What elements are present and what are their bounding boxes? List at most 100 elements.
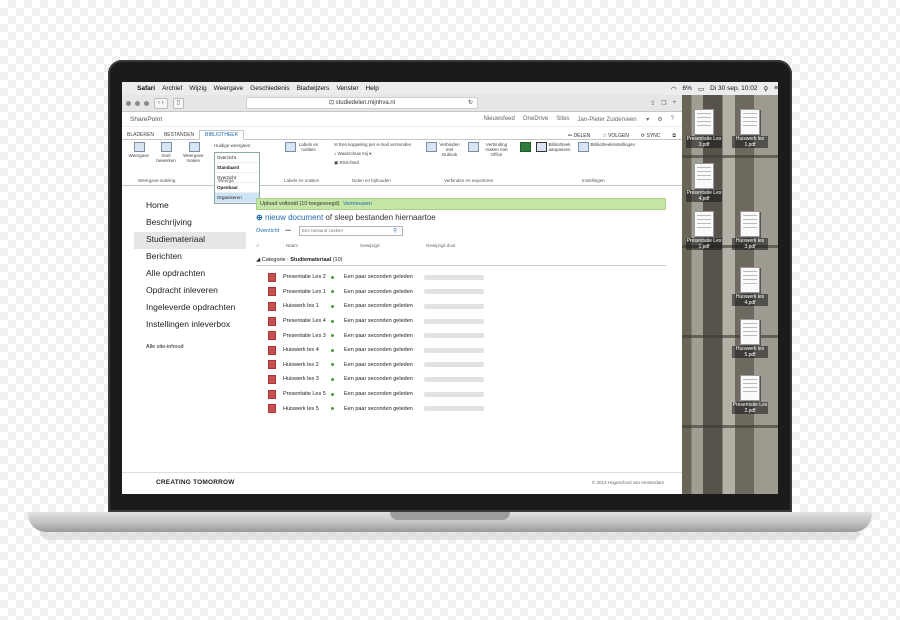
table-row[interactable]: Huiswerk les 2 Een paar seconden geleden [256, 358, 666, 373]
follow-button[interactable]: ☆ VOLGEN [602, 133, 635, 139]
column-modified[interactable]: Gewijzigd [360, 241, 426, 251]
new-tab-icon[interactable]: + [672, 100, 676, 107]
file-name[interactable]: Huiswerk les 3 [283, 376, 331, 382]
menu-bladwijzers[interactable]: Bladwijzers [297, 85, 330, 92]
bibliotheekinstellingen-button[interactable]: Bibliotheekinstellingen [576, 142, 635, 153]
menu-app-name[interactable]: Safari [137, 85, 155, 92]
spotlight-icon[interactable]: ⚲ [763, 85, 768, 93]
new-document-link[interactable]: nieuw document [265, 213, 323, 222]
sharepoint-title[interactable]: SharePoint [130, 116, 162, 123]
select-all-checkbox[interactable]: ✓ [256, 241, 268, 251]
more-views-button[interactable]: ••• [285, 228, 291, 234]
bibliotheek-aanpassen-button[interactable]: Bibliotheek aanpassen [534, 142, 573, 153]
table-row[interactable]: Huiswerk les 5 Een paar seconden geleden [256, 401, 666, 416]
reload-icon[interactable]: ↻ [468, 98, 473, 108]
view-selector[interactable]: Overzicht [256, 228, 279, 234]
zoom-window-button[interactable] [144, 100, 149, 106]
nav-item-instellingen-inleverbox[interactable]: Instellingen inleverbox [134, 317, 246, 334]
search-input[interactable]: Een bestand zoeken [299, 226, 404, 236]
column-modified-by[interactable]: Gewijzigd door [426, 241, 456, 251]
menu-list-icon[interactable]: ≡ [774, 85, 778, 92]
battery-icon[interactable]: ▭ [698, 85, 704, 93]
snel-bewerken-button[interactable]: Snel bewerken [153, 142, 180, 163]
nav-item-opdracht-inleveren[interactable]: Opdracht inleveren [134, 283, 246, 300]
weergave-maken-button[interactable]: Weergave maken [181, 142, 208, 163]
menu-venster[interactable]: Venster [336, 85, 358, 92]
desktop-file-item[interactable]: Huiswerk les 1.pdf [732, 109, 768, 148]
link-onedrive[interactable]: OneDrive [523, 116, 548, 123]
file-name[interactable]: Huiswerk les 5 [283, 406, 331, 412]
table-row[interactable]: Presentatie Les 2 Een paar seconden geled… [256, 270, 666, 285]
help-button[interactable]: ? [671, 116, 674, 123]
gear-icon[interactable]: ⚙ [657, 116, 662, 123]
menu-weergave[interactable]: Weergave [214, 85, 244, 92]
search-icon[interactable]: ⚲ [393, 228, 397, 234]
file-name[interactable]: Presentatie Les 1 [283, 289, 331, 295]
nav-item-studiemateriaal[interactable]: Studiemateriaal [134, 232, 246, 249]
minimize-window-button[interactable] [135, 100, 140, 106]
link-nieuwsfeed[interactable]: Nieuwsfeed [484, 116, 515, 123]
desktop-file-item[interactable]: Presentatie Les 3.pdf [686, 109, 722, 148]
share-button[interactable]: ⚯ DELEN [568, 133, 596, 139]
file-name[interactable]: Presentatie Les 5 [283, 391, 331, 397]
sync-button[interactable]: ⟳ SYNC [641, 133, 667, 139]
office-button[interactable]: Verbinding maken met Office [466, 142, 515, 157]
nav-item-ingeleverde-opdrachten[interactable]: Ingeleverde opdrachten [134, 300, 246, 317]
desktop-file-item[interactable]: Huiswerk les 4.pdf [732, 267, 768, 306]
type-column-header[interactable] [268, 241, 286, 251]
desktop-file-item[interactable]: Presentatie Les 4.pdf [686, 163, 722, 202]
nav-item-alle-opdrachten[interactable]: Alle opdrachten [134, 266, 246, 283]
rss-button[interactable]: ▣ RSS-feed [334, 160, 414, 166]
refresh-link[interactable]: Vernieuwen [343, 201, 372, 207]
weergave-button[interactable]: Weergave [126, 142, 153, 163]
clock-label[interactable]: Di 30 sep. 10:02 [710, 85, 757, 92]
focus-icon[interactable]: ⧉ [672, 133, 676, 139]
tab-bestanden[interactable]: BESTANDEN [159, 131, 199, 139]
tab-bibliotheek[interactable]: BIBLIOTHEEK [199, 130, 244, 140]
table-row[interactable]: Presentatie Les 3 Een paar seconden geled… [256, 328, 666, 343]
email-link-button[interactable]: ✉ Een koppeling per e-mail verzenden [334, 142, 414, 148]
category-group-header[interactable]: ◢ Categorie : Studiemateriaal (10) [256, 257, 666, 266]
tabs-icon[interactable]: ❐ [661, 100, 666, 107]
close-window-button[interactable] [126, 100, 131, 106]
wifi-icon[interactable]: ◠ [671, 85, 677, 93]
waarschuw-button[interactable]: ♪ Waarschuw mij ▾ [334, 151, 414, 157]
nav-item-beschrijving[interactable]: Beschrijving [134, 215, 246, 232]
table-row[interactable]: Presentatie Les 5 Een paar seconden geled… [256, 387, 666, 402]
battery-label[interactable]: 6% [683, 85, 692, 92]
column-name[interactable]: Naam [286, 241, 360, 251]
file-name[interactable]: Presentatie Les 2 [283, 274, 331, 280]
user-menu[interactable]: Jan-Pieter Zuiderveen ▾ [578, 116, 650, 123]
link-sites[interactable]: Sites [556, 116, 569, 123]
menu-wijzig[interactable]: Wijzig [189, 85, 206, 92]
nav-item-home[interactable]: Home [134, 198, 246, 215]
sidebar-toggle-button[interactable]: ▯ [172, 97, 184, 109]
excel-button[interactable] [518, 142, 533, 157]
table-row[interactable]: Huiswerk les 4 Een paar seconden geleden [256, 343, 666, 358]
current-view-value[interactable]: Overzicht [215, 153, 259, 163]
nav-item-berichten[interactable]: Berichten [134, 249, 246, 266]
table-row[interactable]: Huiswerk les 3 Een paar seconden geleden [256, 372, 666, 387]
table-row[interactable]: Presentatie Les 1 Een paar seconden geled… [256, 285, 666, 300]
share-icon[interactable]: ⇪ [650, 100, 655, 107]
file-name[interactable]: Huiswerk les 4 [283, 347, 331, 353]
desktop-file-item[interactable]: Huiswerk les 3.pdf [732, 211, 768, 250]
address-bar[interactable]: ⊡ studiedelen.mijnhva.nl ↻ [245, 97, 478, 109]
desktop-file-item[interactable]: Huiswerk les 5.pdf [732, 319, 768, 358]
desktop-file-item[interactable]: Presentatie Les 1.pdf [686, 211, 722, 250]
desktop-file-item[interactable]: Presentatie Les 2.pdf [732, 375, 768, 414]
view-option-openbaar[interactable]: Openbaar [215, 183, 259, 193]
menu-help[interactable]: Help [365, 85, 378, 92]
plus-circle-icon[interactable]: ⊕ [256, 213, 263, 222]
outlook-button[interactable]: Verbinden met Outlook [424, 142, 463, 157]
file-name[interactable]: Presentatie Les 4 [283, 318, 331, 324]
tab-bladeren[interactable]: BLADEREN [122, 131, 159, 139]
nav-site-contents[interactable]: Alle site-inhoud [134, 340, 246, 357]
menu-geschiedenis[interactable]: Geschiedenis [250, 85, 289, 92]
file-name[interactable]: Presentatie Les 3 [283, 333, 331, 339]
table-row[interactable]: Presentatie Les 4 Een paar seconden geled… [256, 314, 666, 329]
table-row[interactable]: Huiswerk les 1 Een paar seconden geleden [256, 299, 666, 314]
labels-notities-button[interactable]: Labels en notities [282, 142, 322, 153]
file-name[interactable]: Huiswerk les 2 [283, 362, 331, 368]
menu-archief[interactable]: Archief [162, 85, 182, 92]
